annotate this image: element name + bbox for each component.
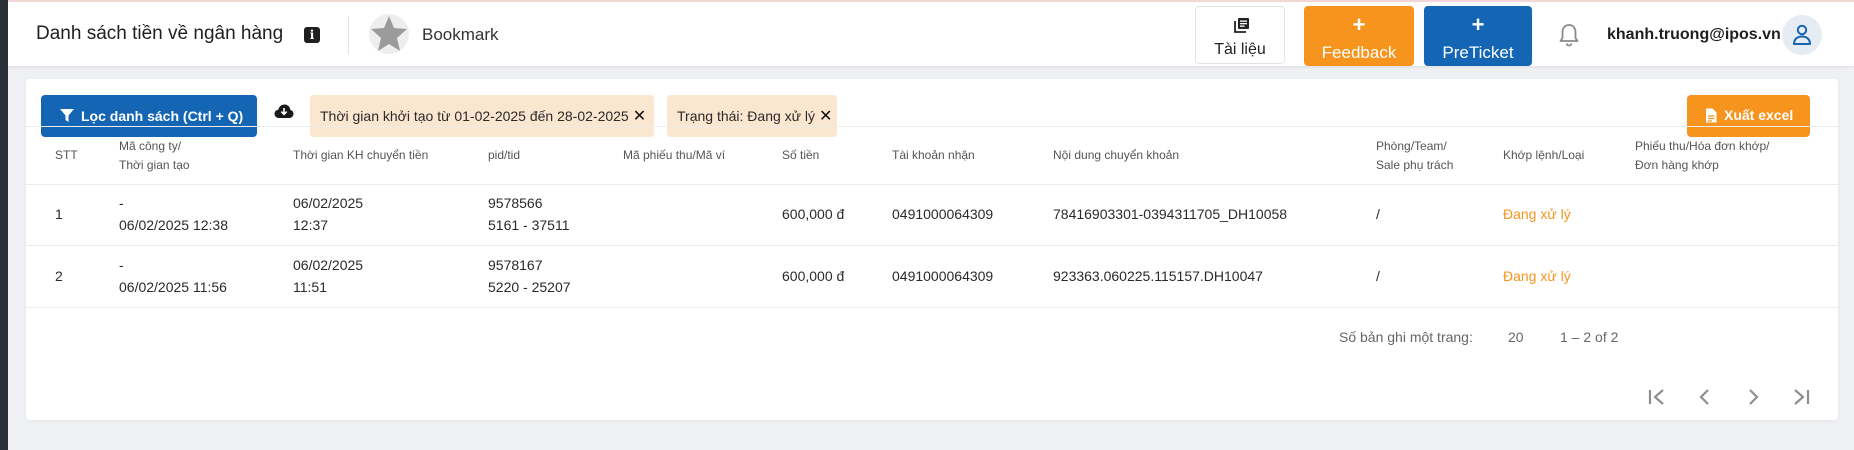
content-card: Lọc danh sách (Ctrl + Q) Thời gian khởi … <box>26 79 1838 420</box>
cell-team: / <box>1376 268 1380 284</box>
column-header-line: Mã công ty/ <box>119 139 182 153</box>
top-header: Danh sách tiền về ngân hàng i Bookmark T… <box>8 0 1854 66</box>
preticket-button[interactable]: + PreTicket <box>1424 6 1532 66</box>
column-header-amount[interactable]: Số tiền <box>782 146 819 165</box>
column-header-pid-tid[interactable]: pid/tid <box>488 146 520 165</box>
cell-account: 0491000064309 <box>892 268 994 284</box>
toolbar-divider <box>26 126 1838 127</box>
column-header-stt: STT <box>55 148 78 162</box>
bookmark-label[interactable]: Bookmark <box>422 25 499 45</box>
filter-list-button[interactable]: Lọc danh sách (Ctrl + Q) <box>41 95 257 137</box>
cell-transfer-time: 06/02/2025 11:51 <box>293 254 363 298</box>
cell-stt: 1 <box>55 206 63 222</box>
plus-icon: + <box>1352 12 1366 37</box>
left-edge-strip <box>0 0 8 450</box>
filter-chip-status[interactable]: Trạng thái: Đang xử lý ✕ <box>667 95 837 137</box>
cell-content: 923363.060225.115157.DH10047 <box>1053 268 1263 284</box>
column-header-line: Sale phụ trách <box>1376 158 1454 172</box>
cell-pid: 9578566 <box>488 195 543 211</box>
cell-company-code: - <box>119 195 124 211</box>
column-header-matched-docs[interactable]: Phiếu thu/Hóa đơn khớp/ Đơn hàng khớp <box>1635 137 1770 175</box>
column-header-content[interactable]: Nội dung chuyển khoản <box>1053 146 1179 165</box>
docs-button[interactable]: Tài liệu <box>1195 6 1285 64</box>
column-header-line: Đơn hàng khớp <box>1635 158 1719 172</box>
cell-tid: 5220 - 25207 <box>488 279 571 295</box>
column-header-match-type[interactable]: Khớp lệnh/Loại <box>1503 146 1584 165</box>
cell-company: - 06/02/2025 11:56 <box>119 254 227 298</box>
column-header-line: Phòng/Team/ <box>1376 139 1447 153</box>
cell-pid-tid: 9578566 5161 - 37511 <box>488 192 569 236</box>
cell-transfer-time: 06/02/2025 12:37 <box>293 192 363 236</box>
column-header-team[interactable]: Phòng/Team/ Sale phụ trách <box>1376 137 1453 175</box>
chip-text: Thời gian khởi tạo từ 01-02-2025 đến 28-… <box>320 108 629 124</box>
column-header-line: Thời gian tạo <box>119 158 190 172</box>
previous-page-icon[interactable] <box>1693 385 1717 409</box>
cell-company: - 06/02/2025 12:38 <box>119 192 228 236</box>
rows-per-page-label: Số bản ghi một trang: <box>1339 329 1473 345</box>
cell-created-time: 06/02/2025 12:38 <box>119 217 228 233</box>
cell-status[interactable]: Đang xử lý <box>1503 265 1571 287</box>
plus-icon: + <box>1471 12 1485 37</box>
person-icon <box>1793 24 1811 45</box>
last-page-icon[interactable] <box>1789 385 1813 409</box>
file-icon <box>1706 108 1717 123</box>
cell-account: 0491000064309 <box>892 206 994 222</box>
cell-tid: 5161 - 37511 <box>488 217 570 233</box>
filter-list-label: Lọc danh sách (Ctrl + Q) <box>81 108 244 124</box>
library-books-icon <box>1234 18 1249 33</box>
cell-amount: 600,000 đ <box>782 206 845 222</box>
cell-pid: 9578167 <box>488 257 543 273</box>
feedback-button[interactable]: + Feedback <box>1304 6 1414 66</box>
cell-company-code: - <box>119 257 124 273</box>
user-email[interactable]: khanh.truong@ipos.vn <box>1607 26 1781 44</box>
page-title: Danh sách tiền về ngân hàng <box>36 23 284 44</box>
filter-chip-created-time[interactable]: Thời gian khởi tạo từ 01-02-2025 đến 28-… <box>310 95 654 137</box>
avatar[interactable] <box>1782 15 1822 55</box>
header-divider <box>348 16 349 54</box>
export-excel-label: Xuất excel <box>1724 107 1794 123</box>
first-page-icon[interactable] <box>1645 385 1669 409</box>
cell-amount: 600,000 đ <box>782 268 845 284</box>
cell-created-time: 06/02/2025 11:56 <box>119 279 227 295</box>
cloud-download-icon[interactable] <box>274 103 294 119</box>
export-excel-button[interactable]: Xuất excel <box>1687 95 1810 137</box>
column-header-transfer-time[interactable]: Thời gian KH chuyển tiền <box>293 146 428 165</box>
feedback-label: Feedback <box>1321 43 1397 62</box>
info-icon[interactable]: i <box>304 27 320 43</box>
docs-label: Tài liệu <box>1214 41 1266 58</box>
column-header-receipt[interactable]: Mã phiếu thu/Mã ví <box>623 146 725 165</box>
header-row-divider <box>26 184 1838 185</box>
filter-icon <box>60 109 74 122</box>
bookmark-star-icon[interactable] <box>367 12 411 56</box>
cell-stt: 2 <box>55 268 63 284</box>
cell-transfer-date: 06/02/2025 <box>293 257 364 273</box>
close-icon[interactable]: ✕ <box>633 108 646 125</box>
cell-transfer-hour: 12:37 <box>293 217 329 233</box>
preticket-label: PreTicket <box>1442 43 1514 62</box>
bell-icon[interactable] <box>1557 22 1581 48</box>
chip-text: Trạng thái: Đang xử lý <box>677 108 816 124</box>
cell-pid-tid: 9578167 5220 - 25207 <box>488 254 571 298</box>
cell-transfer-hour: 11:51 <box>293 279 327 295</box>
column-header-line: Phiếu thu/Hóa đơn khớp/ <box>1635 139 1770 153</box>
next-page-icon[interactable] <box>1741 385 1765 409</box>
row-divider <box>26 307 1838 308</box>
column-header-account[interactable]: Tài khoản nhận <box>892 146 975 165</box>
rows-per-page-select[interactable]: 20 <box>1508 329 1524 345</box>
cell-status[interactable]: Đang xử lý <box>1503 203 1571 225</box>
row-divider <box>26 245 1838 246</box>
close-icon[interactable]: ✕ <box>819 108 832 125</box>
page-range: 1 – 2 of 2 <box>1560 329 1619 345</box>
cell-transfer-date: 06/02/2025 <box>293 195 364 211</box>
cell-content: 78416903301-0394311705_DH10058 <box>1053 206 1288 222</box>
cell-team: / <box>1376 206 1380 222</box>
column-header-company[interactable]: Mã công ty/ Thời gian tạo <box>119 137 190 175</box>
